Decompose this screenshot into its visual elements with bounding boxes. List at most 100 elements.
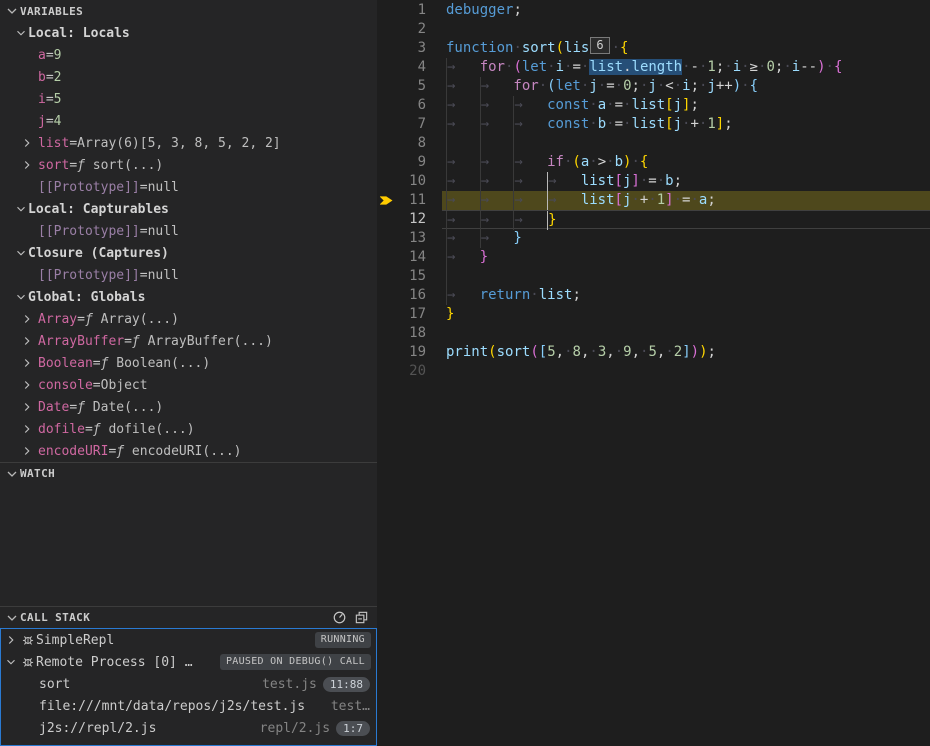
variable-row[interactable]: [[Prototype]] = null [0,264,377,286]
code-line[interactable]: →for·(let·i·=·list.length·-·1;·i·≥·0;·i-… [442,58,930,77]
line-number[interactable]: 6 [395,96,426,115]
code-line[interactable]: debugger; [442,1,930,20]
code-line[interactable]: →→→const·a·=·list[j]; [442,96,930,115]
chevron-down-icon[interactable] [3,655,19,669]
code-line[interactable]: print(sort([5,·8,·3,·9,·5,·2])); [442,343,930,362]
line-number[interactable]: 8 [395,134,426,153]
line-number[interactable]: 5 [395,77,426,96]
breakpoint-gutter[interactable] [377,324,395,343]
line-number[interactable]: 10 [395,172,426,191]
line-number[interactable]: 20 [395,362,426,381]
variables-panel-header[interactable]: VARIABLES [0,0,377,22]
code-line[interactable]: →→→→list[j]·=·b; [442,172,930,191]
variables-scope-header[interactable]: Closure (Captures) [0,242,377,264]
variable-row[interactable]: Boolean = ƒ Boolean(...) [0,352,377,374]
code-line[interactable]: →→} [442,229,930,248]
variables-scope-header[interactable]: Local: Locals [0,22,377,44]
breakpoint-gutter[interactable] [377,305,395,324]
code-line[interactable] [442,324,930,343]
callstack-frame-row[interactable]: sorttest.js11:88 [1,673,376,695]
line-number[interactable]: 13 [395,229,426,248]
chevron-right-icon[interactable] [20,444,38,458]
line-number[interactable]: 18 [395,324,426,343]
variable-row[interactable]: Array = ƒ Array(...) [0,308,377,330]
code-line[interactable] [442,362,930,381]
breakpoint-gutter[interactable] [377,172,395,191]
chevron-right-icon[interactable] [20,136,38,150]
breakpoint-gutter[interactable] [377,248,395,267]
callstack-frame-row[interactable]: file:///mnt/data/repos/j2s/test.jstest… [1,695,376,717]
variable-row[interactable]: ArrayBuffer = ƒ ArrayBuffer(...) [0,330,377,352]
breakpoint-gutter[interactable] [377,191,395,210]
line-number[interactable]: 14 [395,248,426,267]
variables-scope-header[interactable]: Local: Capturables [0,198,377,220]
breakpoint-gutter[interactable] [377,20,395,39]
code-line[interactable]: } [442,305,930,324]
breakpoint-gutter[interactable] [377,229,395,248]
variable-row[interactable]: list = Array(6)[5, 3, 8, 5, 2, 2] [0,132,377,154]
breakpoint-gutter[interactable] [377,134,395,153]
variable-row[interactable]: [[Prototype]] = null [0,220,377,242]
line-number[interactable]: 16 [395,286,426,305]
callstack-panel-header[interactable]: CALL STACK [0,606,377,628]
chevron-right-icon[interactable] [20,422,38,436]
line-number[interactable]: 17 [395,305,426,324]
code-line[interactable]: →→→if·(a·>·b)·{ [442,153,930,172]
code-line[interactable]: →→for·(let·j·=·0;·j·<·i;·j++)·{ [442,77,930,96]
variable-row[interactable]: Date = ƒ Date(...) [0,396,377,418]
code-line[interactable]: →return·list; [442,286,930,305]
code-editor[interactable]: 1 debugger; 23 function·sort(lis6·{ 4 →for·(l… [377,0,930,746]
session-history-icon[interactable] [331,610,347,626]
variable-row[interactable]: i = 5 [0,88,377,110]
breakpoint-gutter[interactable] [377,210,395,229]
breakpoint-gutter[interactable] [377,39,395,58]
code-line[interactable]: →→→→list[j·+·1]·=·a; [442,191,930,210]
breakpoint-gutter[interactable] [377,362,395,381]
line-number[interactable]: 12 [395,210,426,229]
line-number[interactable]: 11 [395,191,426,210]
chevron-right-icon[interactable] [20,400,38,414]
code-line[interactable]: →→→const·b·=·list[j·+·1]; [442,115,930,134]
variable-row[interactable]: encodeURI = ƒ encodeURI(...) [0,440,377,462]
line-number[interactable]: 3 [395,39,426,58]
callstack-session-row[interactable]: Remote Process [0] …PAUSED ON DEBUG() CA… [1,651,376,673]
variable-row[interactable]: b = 2 [0,66,377,88]
variable-row[interactable]: console = Object [0,374,377,396]
variables-scope-header[interactable]: Global: Globals [0,286,377,308]
variable-row[interactable]: dofile = ƒ dofile(...) [0,418,377,440]
variable-row[interactable]: [[Prototype]] = null [0,176,377,198]
breakpoint-gutter[interactable] [377,153,395,172]
line-number[interactable]: 9 [395,153,426,172]
line-number[interactable]: 19 [395,343,426,362]
chevron-right-icon[interactable] [20,378,38,392]
chevron-right-icon[interactable] [20,334,38,348]
code-line[interactable]: function·sort(lis6·{ [442,39,930,58]
variable-row[interactable]: j = 4 [0,110,377,132]
chevron-right-icon[interactable] [20,356,38,370]
chevron-right-icon[interactable] [3,633,19,647]
breakpoint-gutter[interactable] [377,115,395,134]
watch-panel-header[interactable]: WATCH [0,462,377,484]
breakpoint-gutter[interactable] [377,267,395,286]
breakpoint-gutter[interactable] [377,96,395,115]
chevron-right-icon[interactable] [20,312,38,326]
code-line[interactable] [442,20,930,39]
collapse-all-icon[interactable] [353,610,369,626]
code-line[interactable]: →} [442,248,930,267]
code-line[interactable]: →→→} [442,210,930,229]
line-number[interactable]: 4 [395,58,426,77]
breakpoint-gutter[interactable] [377,1,395,20]
code-line[interactable] [442,134,930,153]
variable-row[interactable]: sort = ƒ sort(...) [0,154,377,176]
line-number[interactable]: 2 [395,20,426,39]
breakpoint-gutter[interactable] [377,58,395,77]
line-number[interactable]: 7 [395,115,426,134]
breakpoint-gutter[interactable] [377,343,395,362]
line-number[interactable]: 1 [395,1,426,20]
chevron-right-icon[interactable] [20,158,38,172]
variable-row[interactable]: a = 9 [0,44,377,66]
callstack-session-row[interactable]: SimpleReplRUNNING [1,629,376,651]
callstack-frame-row[interactable]: j2s://repl/2.jsrepl/2.js1:7 [1,717,376,739]
code-line[interactable] [442,267,930,286]
breakpoint-gutter[interactable] [377,77,395,96]
